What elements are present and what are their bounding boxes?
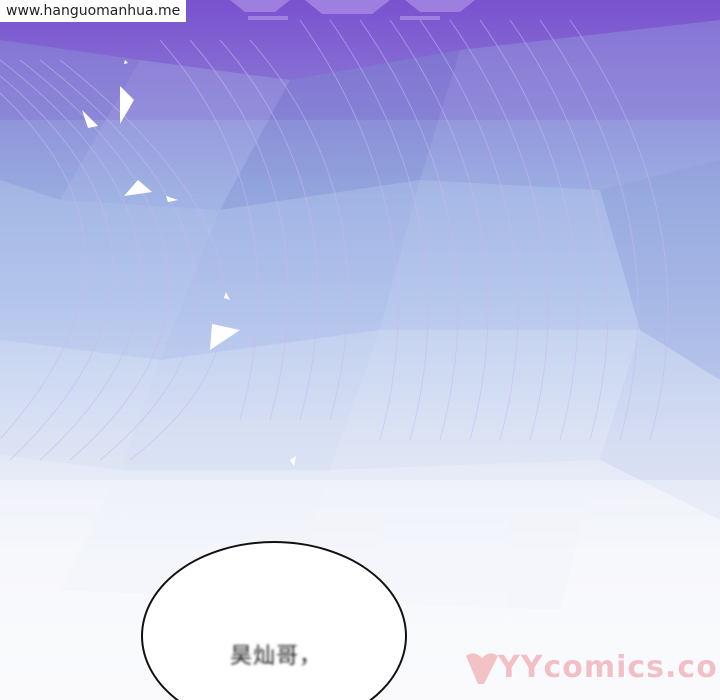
- logo-mark-icon: [466, 653, 498, 684]
- comic-panel: www.hanguomanhua.me 昊灿哥， YYcomics.com: [0, 0, 720, 700]
- logo-text: YYcomics.com: [498, 650, 720, 685]
- publisher-logo: YYcomics.com: [462, 648, 720, 688]
- site-watermark: www.hanguomanhua.me: [0, 0, 187, 22]
- speech-bubble-text: 昊灿哥，: [229, 644, 322, 669]
